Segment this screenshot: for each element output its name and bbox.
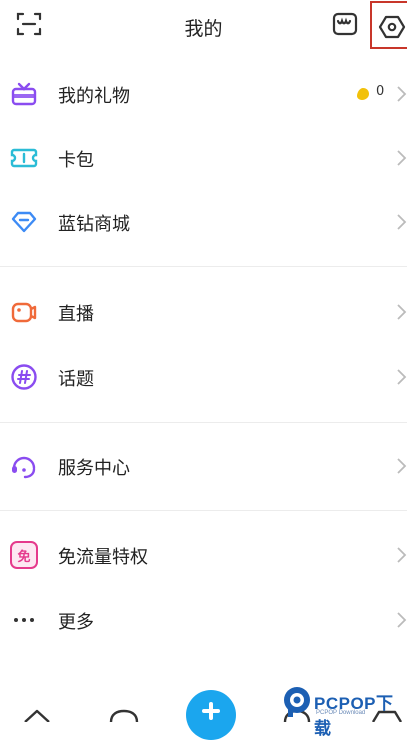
- chevron-right-icon: [397, 458, 407, 474]
- coin-icon: [357, 88, 369, 100]
- menu-label: 我的礼物: [58, 86, 130, 107]
- chevron-right-icon: [397, 150, 407, 166]
- menu-item-live[interactable]: 直播: [0, 280, 407, 344]
- headset-icon: [12, 456, 36, 479]
- more-dots-icon: [14, 618, 34, 622]
- free-data-icon-glyph: 免: [17, 550, 31, 565]
- menu-item-gift[interactable]: 我的礼物 0: [0, 62, 407, 126]
- menu-label: 直播: [58, 304, 94, 325]
- settings-button[interactable]: [370, 1, 407, 49]
- diamond-icon: [11, 211, 37, 233]
- live-camera-icon: [11, 302, 37, 323]
- gift-icon: [11, 82, 37, 106]
- create-post-button[interactable]: [186, 690, 236, 740]
- settings-icon: [378, 15, 406, 39]
- free-data-icon: 免: [10, 541, 38, 569]
- watermark-logo: PCPOP下载 PCPOP Download: [282, 683, 407, 738]
- top-bar: 我的: [0, 0, 407, 52]
- menu-item-service-center[interactable]: 服务中心: [0, 434, 407, 498]
- menu-label: 卡包: [58, 150, 94, 171]
- menu-label: 更多: [58, 612, 94, 633]
- chevron-right-icon: [397, 369, 407, 385]
- menu-item-wallet[interactable]: 卡包: [0, 126, 407, 190]
- pcpop-logo-icon: [284, 687, 310, 717]
- hashtag-icon: [11, 364, 37, 390]
- menu-label: 服务中心: [58, 458, 130, 479]
- menu-item-free-data[interactable]: 免 免流量特权: [0, 523, 407, 587]
- section-divider: [0, 422, 407, 423]
- gift-coin-count: 0: [376, 84, 385, 99]
- menu-label: 蓝钻商城: [58, 214, 130, 235]
- chevron-right-icon: [397, 547, 407, 563]
- menu-item-more[interactable]: 更多: [0, 588, 407, 652]
- chevron-right-icon: [397, 214, 407, 230]
- store-icon[interactable]: [331, 10, 359, 38]
- menu-item-diamond-store[interactable]: 蓝钻商城: [0, 190, 407, 254]
- chevron-right-icon: [397, 612, 407, 628]
- chevron-right-icon: [397, 304, 407, 320]
- section-divider: [0, 510, 407, 511]
- section-divider: [0, 266, 407, 267]
- chevron-right-icon: [397, 86, 407, 102]
- menu-label: 免流量特权: [58, 547, 148, 568]
- menu-item-topics[interactable]: 话题: [0, 345, 407, 409]
- menu-label: 话题: [58, 369, 94, 390]
- watermark-subtitle: PCPOP Download: [316, 710, 366, 716]
- card-wallet-icon: [10, 148, 38, 168]
